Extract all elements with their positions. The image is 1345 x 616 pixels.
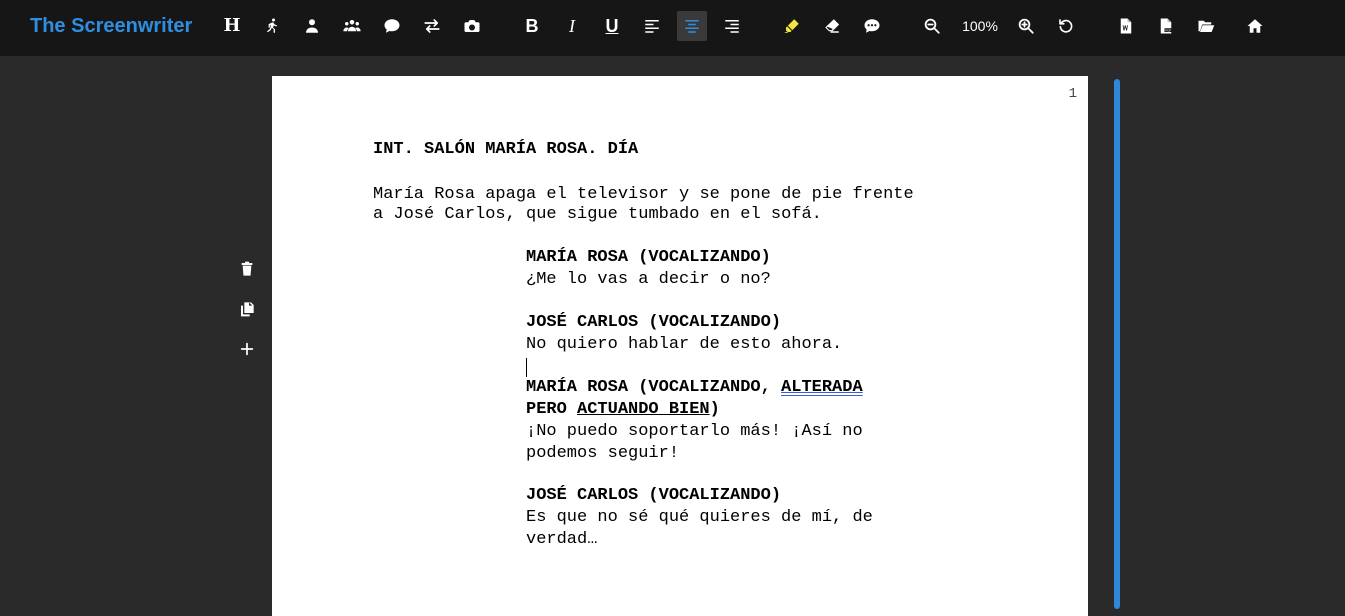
align-center-icon [685, 20, 699, 33]
page-number: 1 [1068, 86, 1077, 102]
comment-dots-icon [864, 19, 880, 33]
duplicate-element-button[interactable] [236, 298, 258, 320]
folder-open-icon [1198, 20, 1215, 32]
plus-icon [240, 342, 254, 356]
zoom-out-icon [924, 18, 940, 34]
transition-button[interactable] [417, 11, 447, 41]
zoom-in-icon [1018, 18, 1034, 34]
open-file-button[interactable] [1191, 11, 1221, 41]
scene-heading-button[interactable]: H [217, 11, 247, 41]
highlight-button[interactable] [777, 11, 807, 41]
bold-icon: B [525, 16, 539, 36]
swap-arrows-icon [424, 19, 440, 33]
align-left-button[interactable] [637, 11, 667, 41]
export-pdf-button[interactable]: PDF [1151, 11, 1181, 41]
align-right-icon [725, 20, 739, 33]
export-word-button[interactable] [1111, 11, 1141, 41]
italic-button[interactable]: I [557, 11, 587, 41]
dialogue-button[interactable] [377, 11, 407, 41]
undo-rotate-icon [1059, 19, 1073, 33]
character-text: PERO [526, 400, 578, 419]
dialogue-line[interactable]: No quiero hablar de esto ahora. [526, 334, 842, 356]
shot-button[interactable] [457, 11, 487, 41]
home-icon [1247, 19, 1263, 33]
zoom-out-button[interactable] [917, 11, 947, 41]
dialogue-line[interactable]: verdad… [526, 529, 597, 551]
character-button[interactable] [297, 11, 327, 41]
dialogue-line[interactable]: ¡No puedo soportarlo más! ¡Así no [526, 421, 863, 443]
copy-icon [241, 302, 254, 317]
home-button[interactable] [1240, 11, 1270, 41]
speech-bubble-icon [384, 19, 400, 33]
word-file-icon [1120, 18, 1132, 34]
zoom-in-button[interactable] [1011, 11, 1041, 41]
dialogue-line[interactable]: ¿Me lo vas a decir o no? [526, 269, 771, 291]
delete-element-button[interactable] [236, 258, 258, 280]
character-name[interactable]: MARÍA ROSA (VOCALIZANDO, ALTERADA [526, 377, 863, 399]
camera-icon [464, 20, 480, 32]
top-toolbar: The Screenwriter H B I U 100% PDF [0, 0, 1345, 56]
reset-zoom-button[interactable] [1051, 11, 1081, 41]
app-logo[interactable]: The Screenwriter [30, 13, 192, 39]
svg-text:PDF: PDF [1165, 28, 1171, 32]
character-name[interactable]: JOSÉ CARLOS (VOCALIZANDO) [526, 312, 781, 334]
dialogue-line[interactable]: Es que no sé qué quieres de mí, de [526, 507, 873, 529]
trash-icon [241, 261, 253, 276]
character-name-continued[interactable]: PERO ACTUANDO BIEN) [526, 399, 720, 421]
pdf-file-icon: PDF [1160, 18, 1172, 34]
highlighter-icon [784, 19, 799, 33]
character-text: MARÍA ROSA (VOCALIZANDO, [526, 378, 782, 397]
character-name[interactable]: MARÍA ROSA (VOCALIZANDO) [526, 247, 771, 269]
action-line[interactable]: María Rosa apaga el televisor y se pone … [373, 184, 914, 206]
underline-icon: U [605, 16, 619, 36]
eraser-button[interactable] [817, 11, 847, 41]
script-page[interactable]: 1 INT. SALÓN MARÍA ROSA. DÍA María Rosa … [272, 76, 1088, 616]
zoom-level: 100% [962, 18, 998, 34]
action-button[interactable] [257, 11, 287, 41]
group-icon [343, 20, 361, 32]
heading-icon: H [223, 15, 241, 36]
text-cursor [526, 358, 527, 377]
comment-button[interactable] [857, 11, 887, 41]
italic-icon: I [569, 16, 575, 36]
characters-button[interactable] [337, 11, 367, 41]
running-person-icon [266, 18, 277, 33]
spellcheck-phrase[interactable]: ACTUANDO BIEN [577, 400, 710, 419]
character-name[interactable]: JOSÉ CARLOS (VOCALIZANDO) [526, 485, 781, 507]
underline-button[interactable]: U [597, 11, 627, 41]
align-center-button[interactable] [677, 11, 707, 41]
eraser-icon [825, 19, 840, 33]
align-left-icon [645, 20, 659, 33]
action-line[interactable]: a José Carlos, que sigue tumbado en el s… [373, 204, 822, 226]
scene-heading[interactable]: INT. SALÓN MARÍA ROSA. DÍA [373, 139, 638, 161]
bold-button[interactable]: B [517, 11, 547, 41]
dialogue-line[interactable]: podemos seguir! [526, 443, 679, 465]
character-text: ) [709, 400, 720, 419]
add-element-button[interactable] [236, 338, 258, 360]
spellcheck-word[interactable]: ALTERADA [781, 378, 863, 397]
scrollbar[interactable] [1114, 79, 1120, 609]
align-right-button[interactable] [717, 11, 747, 41]
person-icon [306, 19, 318, 33]
